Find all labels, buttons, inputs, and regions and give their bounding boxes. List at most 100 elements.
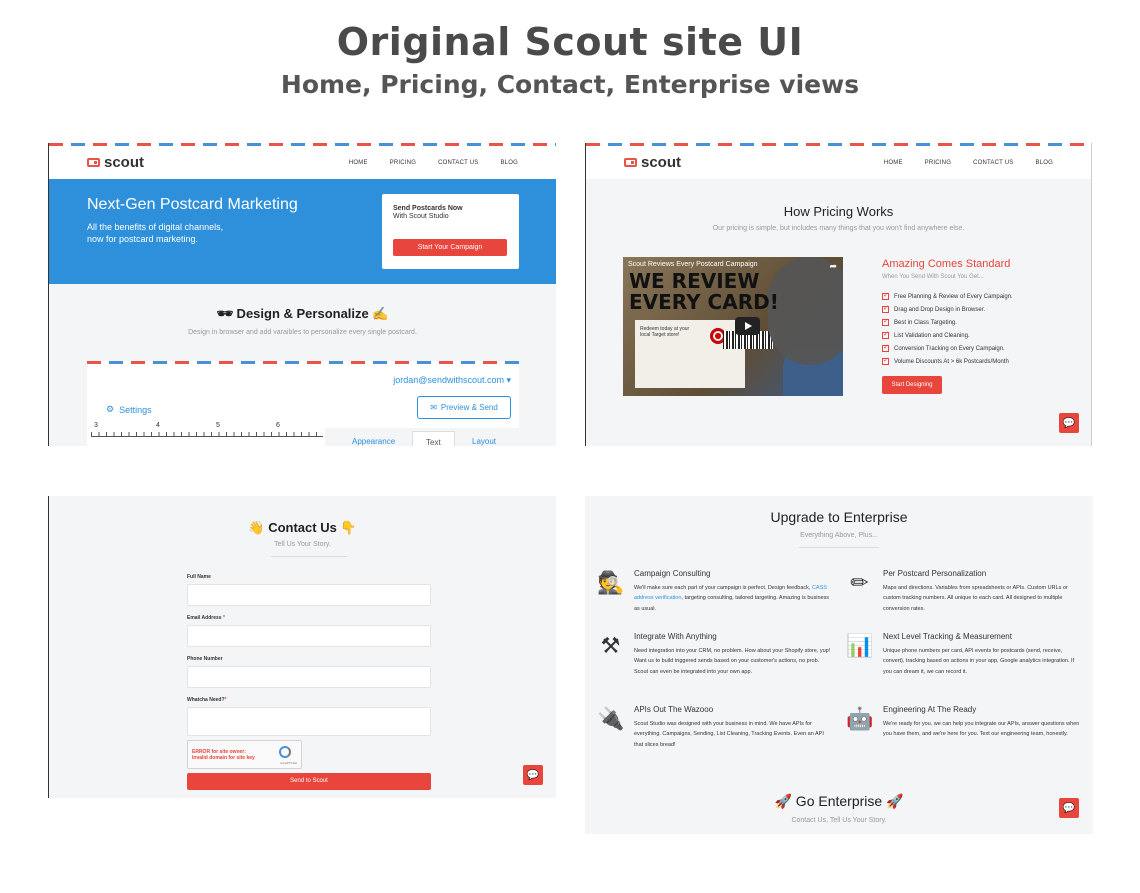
pricing-title: How Pricing Works [783, 204, 894, 219]
need-label-text: Whatcha Need? [187, 697, 225, 703]
nav-pricing[interactable]: PRICING [390, 160, 416, 166]
logo-text: scout [641, 154, 682, 171]
editor-tabs: Appearance Text Layout [325, 428, 519, 446]
cta-card-title: Send Postcards Now [393, 205, 463, 212]
video-headline-line2: EVERY CARD! [629, 290, 779, 314]
phone-label-text: Phone Number [187, 656, 223, 662]
checkbox-icon [882, 330, 889, 339]
tab-appearance[interactable]: Appearance [352, 437, 395, 446]
pricing-subtitle: Our pricing is simple, but includes many… [712, 225, 965, 232]
nav-contact[interactable]: CONTACT US [438, 160, 478, 166]
feature-description: Need integration into your CRM, no probl… [634, 648, 831, 675]
preview-send-label: Preview & Send [440, 403, 498, 412]
settings-icon: ⚙ [106, 404, 115, 414]
email-label: Email Address * [187, 615, 225, 621]
hero: Next-Gen Postcard Marketing All the bene… [49, 179, 556, 284]
enterprise-title: Upgrade to Enterprise [770, 509, 908, 525]
full-name-label-text: Full Name [187, 574, 211, 580]
tab-layout[interactable]: Layout [472, 437, 496, 446]
ruler: 3 4 5 6 [91, 422, 323, 437]
share-icon[interactable]: ➦ [829, 261, 837, 272]
settings-link[interactable]: ⚙ Settings [106, 404, 152, 415]
nav-blog[interactable]: BLOG [501, 160, 518, 166]
feature-text: Drag and Drop Design in Browser. [894, 306, 986, 313]
chat-icon[interactable]: 💬 [523, 765, 543, 785]
feature-description: We're ready for you, we can help you int… [883, 721, 1080, 738]
ruler-mark: 5 [216, 422, 220, 429]
feature-desc-text: We'll make sure each part of your campai… [634, 585, 812, 591]
feature-title: Next Level Tracking & Measurement [883, 632, 1012, 641]
recaptcha-error: ERROR for site owner: Invalid domain for… [192, 749, 255, 761]
nav-links: HOME PRICING CONTACT US BLOG [884, 160, 1053, 166]
start-campaign-button[interactable]: Start Your Campaign [393, 239, 507, 256]
send-to-scout-button[interactable]: Send to Scout [187, 773, 431, 790]
recaptcha-error-line2: Invalid domain for site key [192, 755, 255, 761]
video-title: Scout Reviews Every Postcard Campaign [628, 261, 758, 268]
tab-text[interactable]: Text [412, 431, 455, 446]
video-headline-line1: WE REVIEW [629, 269, 760, 293]
email-field[interactable] [187, 625, 431, 647]
video-player[interactable]: Redeem today at your local Target store!… [623, 257, 843, 396]
postcard-logo-icon [624, 158, 637, 167]
feature-title: Campaign Consulting [634, 569, 711, 578]
feature-text: List Validation and Cleaning. [894, 332, 970, 339]
bar-chart-icon: 📊 [846, 633, 874, 658]
postcard-logo-icon [87, 158, 100, 167]
logo[interactable]: scout [87, 154, 144, 171]
chat-icon[interactable]: 💬 [1059, 798, 1079, 818]
checkbox-icon [882, 291, 889, 300]
feature-title: Engineering At The Ready [883, 705, 977, 714]
feature-title: APIs Out The Wazooo [634, 705, 714, 714]
list-item: List Validation and Cleaning. [882, 329, 1013, 342]
chat-icon[interactable]: 💬 [1059, 413, 1079, 433]
feature-description: Maps and directions. Variables from spre… [883, 585, 1068, 612]
list-item: Conversion Tracking on Every Campaign. [882, 342, 1013, 355]
amazing-subtitle: When You Send With Scout You Get... [882, 274, 984, 280]
ruler-mark: 4 [156, 422, 160, 429]
nav-home[interactable]: HOME [884, 160, 903, 166]
ruler-mark: 3 [94, 422, 98, 429]
account-dropdown[interactable]: jordan@sendwithscout.com ▾ [393, 375, 511, 386]
feature-title: Per Postcard Personalization [883, 569, 987, 578]
feature-description: We'll make sure each part of your campai… [634, 583, 834, 614]
divider [271, 556, 347, 557]
email-label-text: Email Address [187, 615, 223, 621]
list-item: Volume Discounts At > 6k Postcards/Month [882, 355, 1013, 368]
nav-home[interactable]: HOME [349, 160, 368, 166]
checkbox-icon [882, 356, 889, 365]
nav-contact[interactable]: CONTACT US [973, 160, 1013, 166]
robot-icon: 🤖 [846, 706, 874, 731]
postcard-text: Redeem today at your local Target store! [640, 326, 690, 338]
nav-pricing[interactable]: PRICING [925, 160, 951, 166]
preview-send-button[interactable]: ✉ Preview & Send [417, 396, 511, 419]
need-textarea[interactable] [187, 707, 431, 736]
recaptcha[interactable]: ERROR for site owner: Invalid domain for… [187, 740, 302, 769]
start-designing-button[interactable]: Start Designing [882, 376, 942, 394]
detective-icon: 🕵 [597, 570, 625, 595]
feature-checklist: Free Planning & Review of Every Campaign… [882, 290, 1013, 368]
feature-description: Unique phone numbers per card, API event… [883, 648, 1075, 675]
play-icon[interactable] [735, 317, 760, 335]
hammer-pick-icon: ⚒ [600, 633, 621, 658]
nav-blog[interactable]: BLOG [1036, 160, 1053, 166]
navbar: scout HOME PRICING CONTACT US BLOG [49, 146, 556, 179]
navbar: scout HOME PRICING CONTACT US BLOG [586, 146, 1091, 179]
recaptcha-icon [279, 746, 291, 758]
logo-text: scout [104, 154, 145, 171]
required-mark: * [224, 697, 227, 703]
settings-label: Settings [119, 404, 152, 415]
divider [799, 547, 879, 548]
hero-subtitle-line1: All the benefits of digital channels, [87, 222, 224, 232]
enterprise-view-panel: Upgrade to Enterprise Everything Above, … [585, 496, 1093, 834]
video-headline: WE REVIEW EVERY CARD! [629, 271, 779, 313]
hero-cta-card: Send Postcards Now With Scout Studio Sta… [382, 194, 519, 269]
feature-title: Integrate With Anything [634, 632, 717, 641]
hero-title: Next-Gen Postcard Marketing [87, 196, 298, 213]
design-section-subtitle: Design in browser and add varaibles to p… [188, 329, 417, 336]
logo[interactable]: scout [624, 154, 681, 171]
phone-field[interactable] [187, 666, 431, 688]
full-name-field[interactable] [187, 584, 431, 606]
feature-text: Free Planning & Review of Every Campaign… [894, 293, 1013, 300]
feature-text: Conversion Tracking on Every Campaign. [894, 345, 1005, 352]
page-subtitle: Home, Pricing, Contact, Enterprise views [280, 70, 860, 99]
